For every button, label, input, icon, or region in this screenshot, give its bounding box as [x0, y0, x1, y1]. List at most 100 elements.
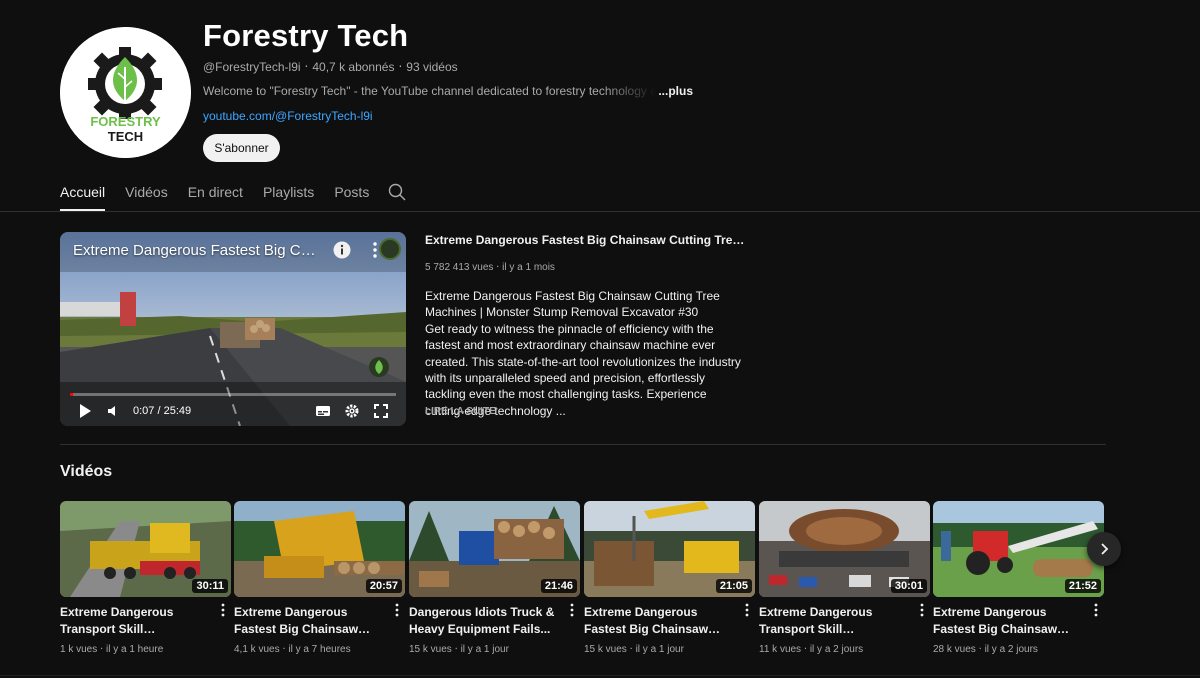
featured-description-line: Get ready to witness the pinnacle of eff…: [425, 321, 741, 418]
video-count: 93 vidéos: [406, 60, 458, 74]
video-title[interactable]: Extreme Dangerous Transport Skill Operat…: [60, 604, 210, 637]
video-card[interactable]: 20:57 Extreme Dangerous Fastest Big Chai…: [234, 501, 405, 655]
volume-icon[interactable]: [105, 403, 121, 419]
tabs-divider: [0, 211, 1200, 212]
featured-video-meta: 5 782 413 vues ‧ il y a 1 mois: [425, 262, 555, 273]
meta-separator: ‧: [629, 644, 633, 655]
more-vert-icon[interactable]: [395, 603, 399, 617]
videos-section-title[interactable]: Vidéos: [60, 463, 112, 481]
tab-playlists[interactable]: Playlists: [263, 172, 314, 211]
more-vert-icon[interactable]: [920, 603, 924, 617]
play-icon[interactable]: [77, 403, 93, 419]
meta-separator: ‧: [978, 644, 982, 655]
tab-videos[interactable]: Vidéos: [125, 172, 168, 211]
video-title[interactable]: Extreme Dangerous Transport Skill Operat…: [759, 604, 909, 637]
video-duration: 30:11: [192, 579, 228, 593]
player-progress-bar[interactable]: [70, 393, 396, 396]
video-meta: 4,1 k vues ‧ il y a 7 heures: [234, 644, 405, 655]
video-meta: 15 k vues ‧ il y a 1 jour: [584, 644, 755, 655]
section-divider: [60, 444, 1106, 445]
more-vert-icon[interactable]: [372, 241, 378, 259]
video-views: 15 k vues: [584, 644, 627, 655]
channel-avatar[interactable]: FORESTRY TECH: [60, 27, 191, 158]
featured-video-description: Extreme Dangerous Fastest Big Chainsaw C…: [425, 288, 747, 419]
video-thumbnail[interactable]: 21:05: [584, 501, 755, 597]
subtitles-icon[interactable]: [315, 403, 331, 419]
channel-meta: @ForestryTech-l9i ‧ 40,7 k abonnés ‧ 93 …: [203, 60, 458, 74]
more-vert-icon[interactable]: [221, 603, 225, 617]
channel-link[interactable]: youtube.com/@ForestryTech-l9i: [203, 109, 373, 123]
video-thumbnail[interactable]: 20:57: [234, 501, 405, 597]
video-meta: 28 k vues ‧ il y a 2 jours: [933, 644, 1104, 655]
video-age: il y a 1 jour: [635, 644, 684, 655]
tab-posts[interactable]: Posts: [334, 172, 369, 211]
more-vert-icon[interactable]: [1094, 603, 1098, 617]
meta-separator: ‧: [398, 60, 403, 74]
video-views: 4,1 k vues: [234, 644, 280, 655]
video-age: il y a 2 jours: [809, 644, 864, 655]
video-title[interactable]: Extreme Dangerous Fastest Big Chainsaw C…: [234, 604, 384, 637]
more-vert-icon[interactable]: [570, 603, 574, 617]
video-duration: 21:52: [1064, 579, 1101, 593]
video-title[interactable]: Extreme Dangerous Fastest Big Chainsaw C…: [933, 604, 1083, 637]
video-duration: 20:57: [365, 579, 402, 593]
featured-views: 5 782 413 vues: [425, 262, 494, 273]
video-thumbnail[interactable]: 21:52: [933, 501, 1104, 597]
search-icon[interactable]: [388, 183, 406, 201]
meta-separator: ‧: [282, 644, 286, 655]
video-views: 28 k vues: [933, 644, 976, 655]
video-thumbnail[interactable]: 30:01: [759, 501, 930, 597]
gear-icon[interactable]: [344, 403, 360, 419]
video-age: il y a 1 jour: [460, 644, 509, 655]
video-duration: 21:46: [540, 579, 577, 593]
video-frame-image: [60, 232, 406, 426]
meta-separator: ‧: [454, 644, 458, 655]
video-card[interactable]: 21:05 Extreme Dangerous Fastest Big Chai…: [584, 501, 755, 655]
video-title[interactable]: Extreme Dangerous Fastest Big Chainsaw C…: [584, 604, 734, 637]
video-card[interactable]: 30:01 Extreme Dangerous Transport Skill …: [759, 501, 930, 655]
info-icon[interactable]: [333, 241, 351, 259]
logo-line-2: TECH: [108, 129, 143, 144]
video-card[interactable]: 21:46 Dangerous Idiots Truck & Heavy Equ…: [409, 501, 580, 655]
video-thumbnail[interactable]: 30:11: [60, 501, 231, 597]
shelf-next-button[interactable]: [1087, 532, 1121, 566]
featured-description-line: Extreme Dangerous Fastest Big Chainsaw C…: [425, 289, 720, 320]
featured-video-title[interactable]: Extreme Dangerous Fastest Big Chainsaw C…: [425, 233, 750, 247]
video-age: il y a 1 heure: [106, 644, 164, 655]
video-thumbnail[interactable]: 21:46: [409, 501, 580, 597]
video-views: 15 k vues: [409, 644, 452, 655]
read-more-link[interactable]: LIRE LA SUITE: [425, 406, 496, 417]
channel-tabs: Accueil Vidéos En direct Playlists Posts: [60, 172, 389, 211]
channel-description-row[interactable]: Welcome to "Forestry Tech" - the YouTube…: [203, 84, 693, 98]
channel-description: Welcome to "Forestry Tech" - the YouTube…: [203, 84, 657, 98]
video-views: 1 k vues: [60, 644, 98, 655]
video-age: il y a 7 heures: [288, 644, 351, 655]
video-duration: 21:05: [715, 579, 752, 593]
player-channel-avatar[interactable]: [379, 238, 401, 260]
featured-video-player[interactable]: Extreme Dangerous Fastest Big Chainsaw C…: [60, 232, 406, 426]
video-views: 11 k vues: [759, 644, 802, 655]
video-title[interactable]: Dangerous Idiots Truck & Heavy Equipment…: [409, 604, 559, 637]
meta-separator: ‧: [803, 644, 808, 655]
tab-live[interactable]: En direct: [188, 172, 243, 211]
featured-age: il y a 1 mois: [502, 262, 555, 273]
video-card[interactable]: 30:11 Extreme Dangerous Transport Skill …: [60, 501, 231, 655]
subscribe-button[interactable]: S'abonner: [203, 134, 280, 162]
channel-handle: @ForestryTech-l9i: [203, 60, 301, 74]
player-time: 0:07 / 25:49: [133, 405, 192, 417]
video-meta: 11 k vues ‧ il y a 2 jours: [759, 644, 930, 655]
player-progress-fill: [70, 393, 74, 396]
tab-home[interactable]: Accueil: [60, 172, 106, 211]
forestry-tech-logo-icon: FORESTRY TECH: [60, 27, 191, 158]
fullscreen-icon[interactable]: [373, 403, 389, 419]
meta-separator: ‧: [304, 60, 309, 74]
video-meta: 15 k vues ‧ il y a 1 jour: [409, 644, 580, 655]
description-more-link[interactable]: ...plus: [658, 84, 693, 98]
logo-line-1: FORESTRY: [90, 114, 161, 129]
video-card[interactable]: 21:52 Extreme Dangerous Fastest Big Chai…: [933, 501, 1104, 655]
more-vert-icon[interactable]: [745, 603, 749, 617]
player-title[interactable]: Extreme Dangerous Fastest Big Chainsaw C…: [73, 242, 323, 259]
channel-name: Forestry Tech: [203, 18, 409, 53]
subscriber-count: 40,7 k abonnés: [312, 60, 395, 74]
meta-separator: ‧: [100, 644, 104, 655]
